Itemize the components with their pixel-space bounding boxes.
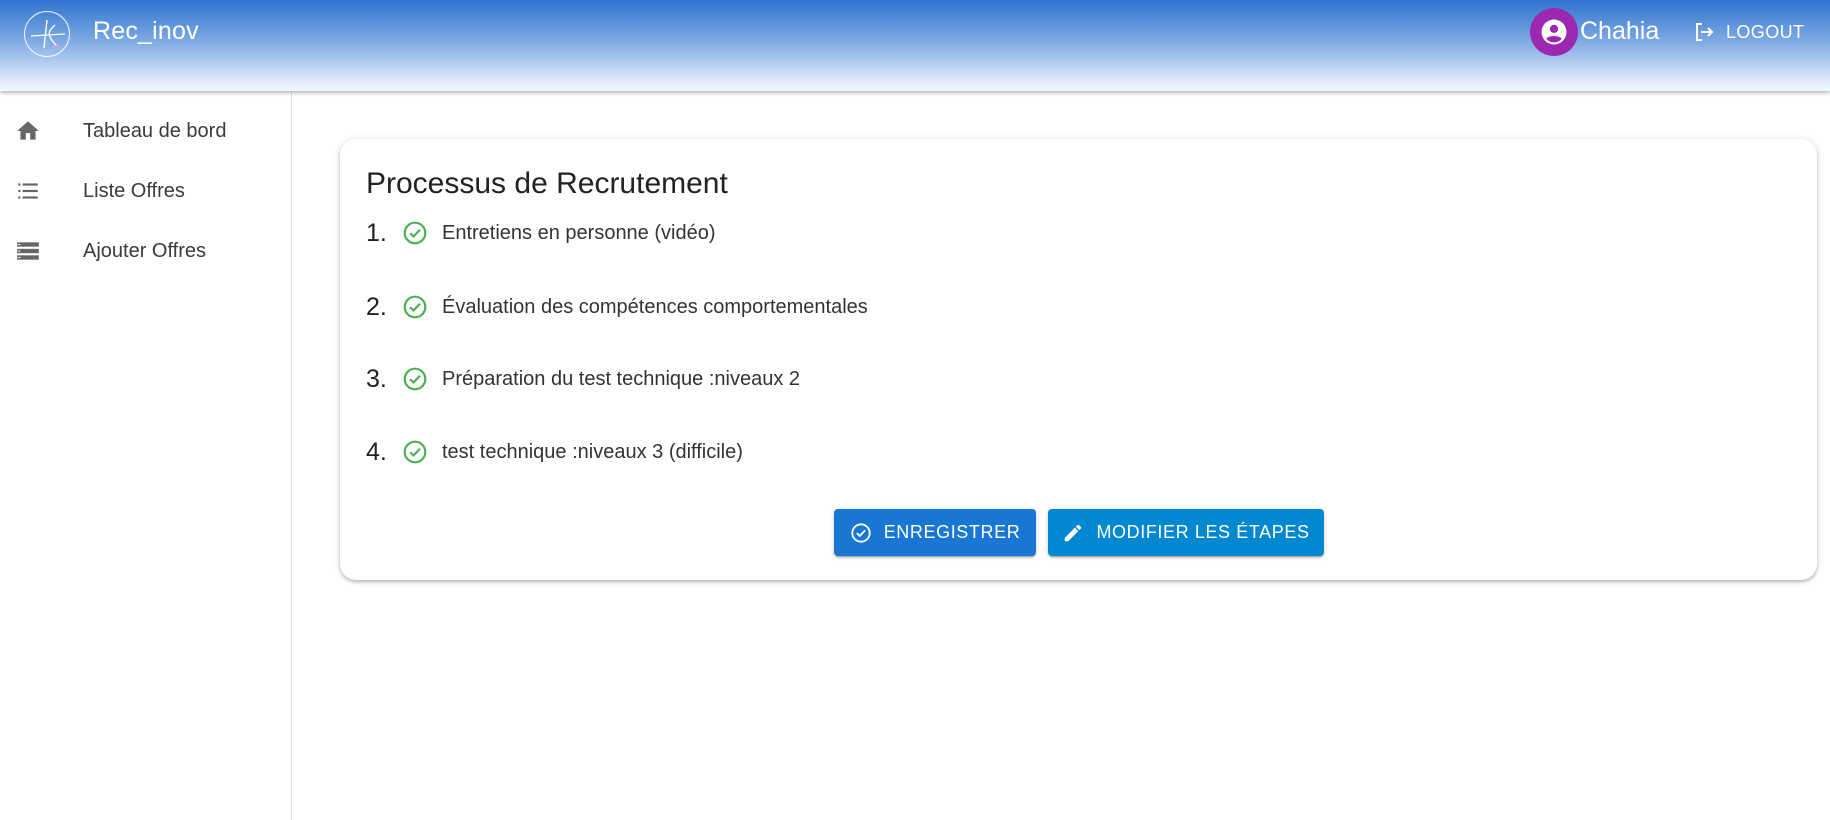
app-bar: Rec_inov Chahia LOGOUT <box>0 0 1830 91</box>
list-item: 4. test technique :niveaux 3 (difficile) <box>366 435 743 469</box>
home-icon <box>14 117 42 145</box>
sidebar-item-tableau-de-bord[interactable]: Tableau de bord <box>0 101 291 161</box>
step-number: 4. <box>366 437 387 466</box>
step-text: test technique :niveaux 3 (difficile) <box>442 440 743 463</box>
save-button-label: ENREGISTRER <box>883 522 1021 542</box>
pencil-icon <box>1065 524 1082 541</box>
storage-icon <box>14 237 42 265</box>
avatar[interactable] <box>1530 8 1578 56</box>
check-circle-icon <box>851 522 871 543</box>
list-item: 1. Entretiens en personne (vidéo) <box>366 216 716 250</box>
check-circle-icon <box>403 367 427 391</box>
logout-label: LOGOUT <box>1726 21 1805 42</box>
step-text: Évaluation des compétences comportementa… <box>442 295 868 318</box>
app-title: Rec_inov <box>93 17 199 45</box>
app-logo[interactable] <box>24 11 70 57</box>
logo-mark-icon <box>30 19 66 49</box>
user-name: Chahia <box>1580 17 1660 45</box>
sidebar: Tableau de bord Liste Offres Ajouter Off… <box>0 91 292 820</box>
check-circle-icon <box>403 295 427 319</box>
sidebar-item-label: Ajouter Offres <box>83 239 207 262</box>
sidebar-item-liste-offres[interactable]: Liste Offres <box>0 161 291 221</box>
logout-button[interactable]: LOGOUT <box>1692 18 1804 46</box>
card-title: Processus de Recrutement <box>366 167 728 200</box>
step-number: 1. <box>366 218 387 247</box>
sidebar-item-label: Liste Offres <box>83 179 185 202</box>
step-number: 3. <box>366 364 387 393</box>
step-text: Entretiens en personne (vidéo) <box>442 221 716 244</box>
check-circle-icon <box>403 440 427 464</box>
edit-button-label: MODIFIER LES ÉTAPES <box>1096 522 1310 542</box>
account-circle-icon <box>1541 19 1567 45</box>
sidebar-item-ajouter-offres[interactable]: Ajouter Offres <box>0 221 291 281</box>
check-circle-icon <box>403 221 427 245</box>
list-item: 3. Préparation du test technique :niveau… <box>366 362 800 396</box>
save-button[interactable]: ENREGISTRER <box>834 509 1036 556</box>
step-text: Préparation du test technique :niveaux 2 <box>442 367 801 390</box>
sidebar-item-label: Tableau de bord <box>83 119 227 142</box>
step-number: 2. <box>366 292 387 321</box>
recruitment-process-card: Processus de Recrutement 1. Entretiens e… <box>340 139 1817 580</box>
list-item: 2. Évaluation des compétences comporteme… <box>366 290 868 324</box>
edit-steps-button[interactable]: MODIFIER LES ÉTAPES <box>1048 509 1324 556</box>
list-icon <box>14 177 42 205</box>
logout-icon <box>1696 23 1714 41</box>
